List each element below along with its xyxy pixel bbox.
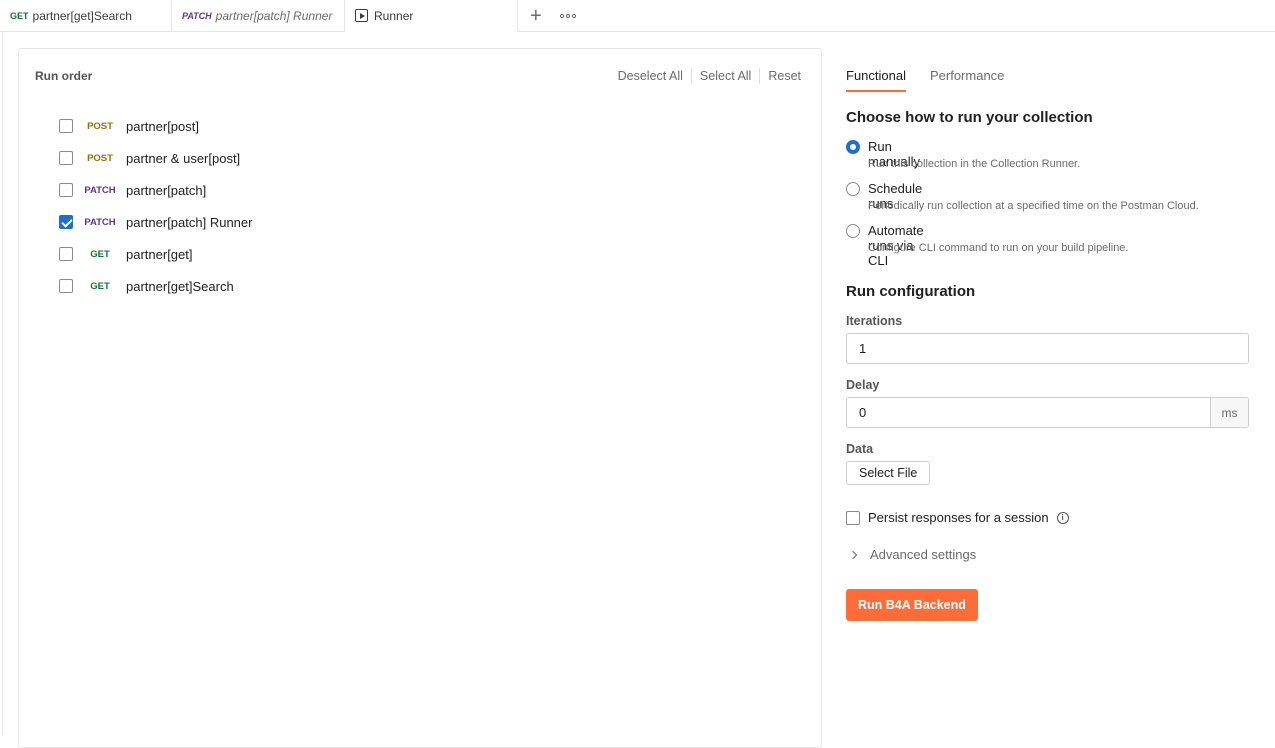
request-method: POST [87,152,113,164]
request-row[interactable]: POST partner[post] [59,110,252,142]
run-mode-tabs: Functional Performance [846,60,1250,92]
tab-runner[interactable]: Runner [345,0,518,32]
tab-performance[interactable]: Performance [930,60,1004,92]
chevron-right-icon [848,550,858,559]
request-method: POST [87,120,113,132]
persist-checkbox[interactable] [846,510,860,525]
option-description: Run this collection in the Collection Ru… [868,158,1081,170]
request-name: partner[get] [126,246,193,262]
request-row[interactable]: PATCH partner[patch] [59,174,252,206]
advanced-settings-toggle[interactable]: Advanced settings [848,547,977,562]
tab-partner-patch-runner[interactable]: PATCH partner[patch] Runner [172,0,345,31]
request-checkbox[interactable] [59,151,73,165]
info-icon[interactable]: i [1056,511,1069,524]
run-configuration-panel: Functional Performance Choose how to run… [846,60,1250,621]
delay-input[interactable] [847,398,1210,427]
tab-actions: + [518,0,576,31]
tab-functional[interactable]: Functional [846,60,906,92]
tab-label: partner[patch] Runner [215,8,333,23]
iterations-input[interactable] [846,333,1249,364]
tab-bar: GET partner[get]Search PATCH partner[pat… [0,0,1275,32]
request-name: partner[patch] [126,182,207,198]
frame-divider [2,32,3,735]
request-row[interactable]: POST partner & user[post] [59,142,252,174]
request-name: partner[post] [126,118,199,134]
select-all-button[interactable]: Select All [692,69,759,83]
run-order-actions: Deselect All Select All Reset [610,68,801,84]
choose-run-title: Choose how to run your collection [846,109,1093,126]
delay-label: Delay [846,378,880,392]
option-description: Periodically run collection at a specifi… [868,200,1199,212]
request-row[interactable]: PATCH partner[patch] Runner [59,206,252,238]
request-name: partner & user[post] [126,150,241,166]
iterations-label: Iterations [846,314,903,328]
request-name: partner[patch] Runner [126,214,253,230]
tab-label: Runner [374,8,414,23]
advanced-settings-label: Advanced settings [870,547,977,562]
run-configuration-title: Run configuration [846,283,976,300]
reset-button[interactable]: Reset [760,69,801,83]
request-method: GET [90,280,110,292]
request-method: PATCH [84,216,116,228]
request-list: POST partner[post] POST partner & user[p… [59,110,252,302]
request-checkbox[interactable] [59,183,73,197]
request-row[interactable]: GET partner[get] [59,238,252,270]
delay-unit: ms [1210,398,1248,427]
deselect-all-button[interactable]: Deselect All [610,69,691,83]
request-checkbox[interactable] [59,279,73,293]
tab-method: PATCH [182,10,212,21]
run-order-header: Run order Deselect All Select All Reset [19,49,821,101]
persist-label: Persist responses for a session [868,510,1049,525]
run-order-title: Run order [35,69,93,83]
request-checkbox-checked[interactable] [59,215,73,229]
delay-field: ms [846,397,1249,428]
persist-responses[interactable]: Persist responses for a session i [846,510,1069,525]
select-file-button[interactable]: Select File [846,461,931,485]
run-order-panel: Run order Deselect All Select All Reset … [18,48,822,748]
radio[interactable] [846,182,860,196]
request-method: GET [90,248,110,260]
option-description: Configure CLI command to run on your bui… [868,242,1129,254]
data-label: Data [846,442,874,456]
run-collection-button[interactable]: Run B4A Backend [846,589,978,621]
radio-selected[interactable] [846,140,860,154]
request-row[interactable]: GET partner[get]Search [59,270,252,302]
tab-method: GET [10,10,29,21]
runner-icon [355,9,368,22]
request-method: PATCH [84,184,116,196]
tab-partner-get-search[interactable]: GET partner[get]Search [0,0,172,31]
request-checkbox[interactable] [59,119,73,133]
new-tab-plus-icon[interactable]: + [530,6,542,26]
request-checkbox[interactable] [59,247,73,261]
tab-label: partner[get]Search [32,8,132,23]
request-name: partner[get]Search [126,278,234,294]
more-options-icon[interactable] [559,13,576,18]
radio[interactable] [846,224,860,238]
